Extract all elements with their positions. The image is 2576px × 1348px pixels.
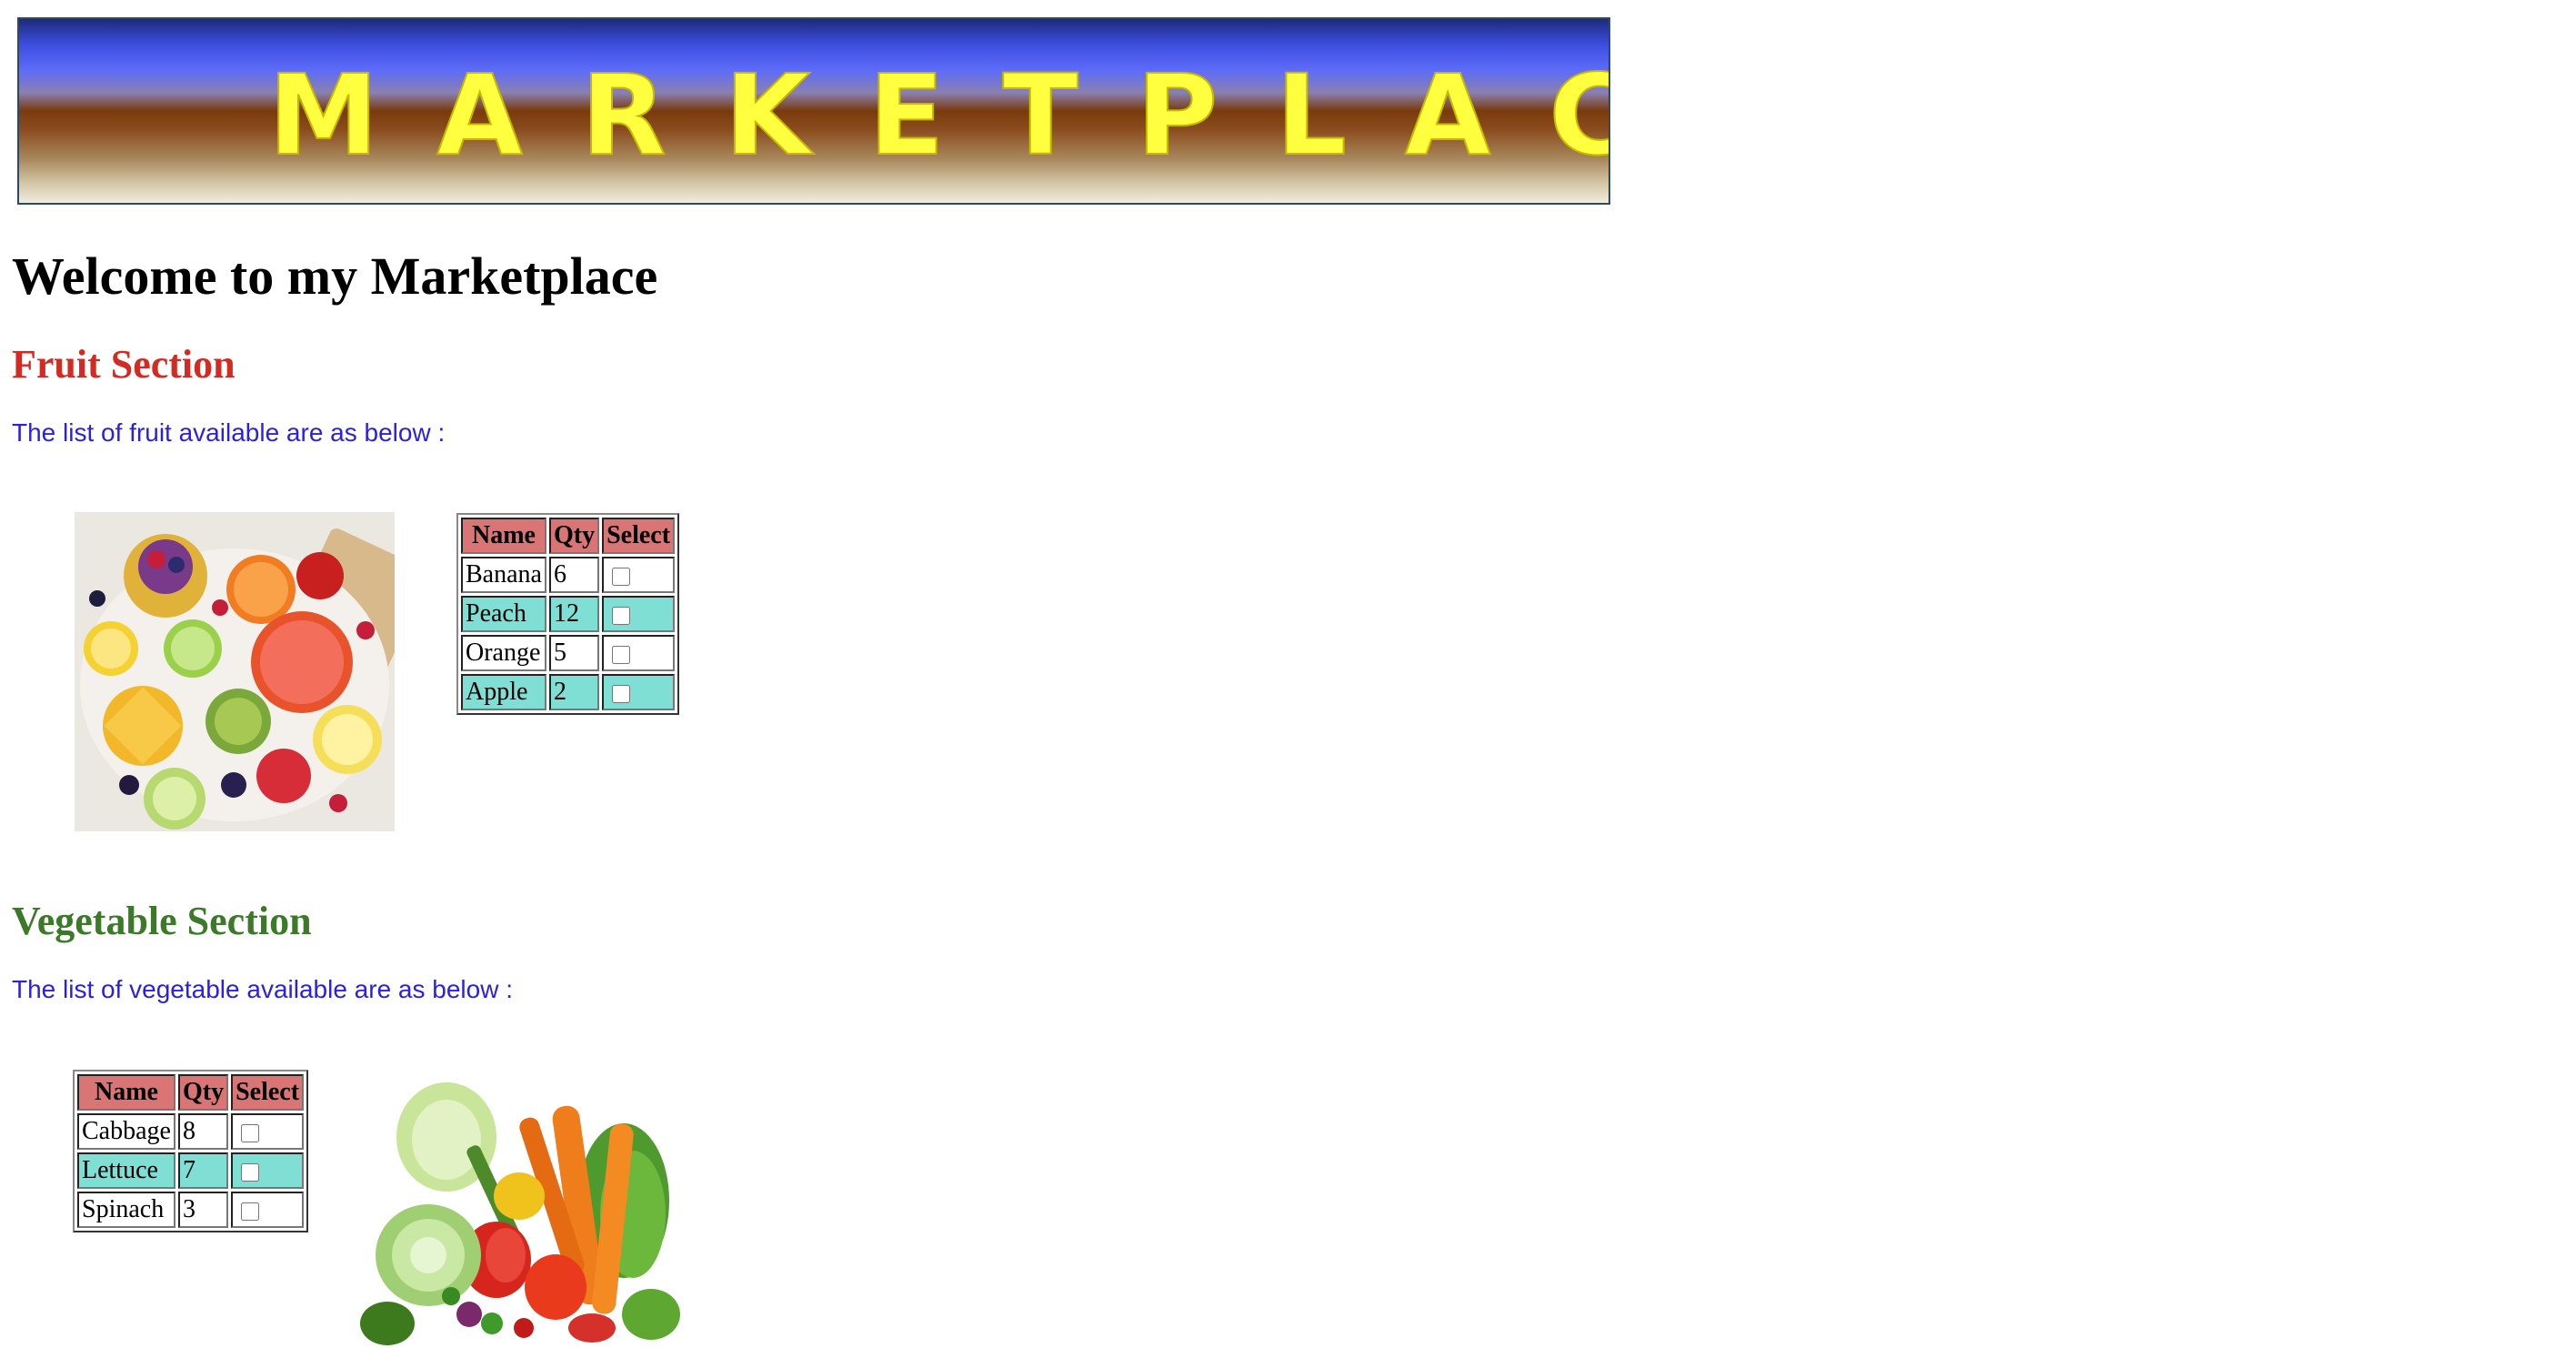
banner-text: MARKETPLACE	[268, 51, 1609, 180]
marketplace-banner: MARKETPLACE	[17, 17, 1610, 205]
vegetable-select-cell	[231, 1113, 305, 1150]
vegetable-name-cell: Spinach	[77, 1192, 175, 1228]
vegetable-table: Name Qty Select Cabbage 8 Lettuce 7 Spin…	[73, 1070, 309, 1232]
fruit-qty-cell: 6	[548, 557, 600, 593]
fruit-select-cell	[602, 557, 676, 593]
select-checkbox-cabbage[interactable]	[241, 1123, 260, 1142]
table-row: Peach 12	[461, 596, 676, 632]
table-row: Spinach 3	[77, 1192, 305, 1228]
fruit-name-cell: Banana	[461, 557, 546, 593]
column-header-name: Name	[461, 518, 546, 554]
table-row: Cabbage 8	[77, 1113, 305, 1150]
fruit-select-cell	[602, 674, 676, 710]
vegetable-qty-cell: 3	[177, 1192, 229, 1228]
column-header-select: Select	[231, 1074, 305, 1111]
vegetable-image	[360, 1069, 680, 1348]
vegetable-name-cell: Lettuce	[77, 1152, 175, 1189]
fruit-name-cell: Orange	[461, 635, 546, 671]
fruit-name-cell: Apple	[461, 674, 546, 710]
select-checkbox-apple[interactable]	[612, 684, 631, 703]
page-title: Welcome to my Marketplace	[12, 246, 658, 306]
vegetable-select-cell	[231, 1192, 305, 1228]
vegetable-qty-cell: 7	[177, 1152, 229, 1189]
select-checkbox-peach[interactable]	[612, 606, 631, 625]
table-row: Orange 5	[461, 635, 676, 671]
fruit-select-cell	[602, 635, 676, 671]
table-row: Apple 2	[461, 674, 676, 710]
select-checkbox-lettuce[interactable]	[241, 1162, 260, 1182]
fruit-name-cell: Peach	[461, 596, 546, 632]
banner-logo: MARKETPLACE	[267, 50, 1609, 181]
fruit-qty-cell: 5	[548, 635, 600, 671]
column-header-name: Name	[77, 1074, 175, 1111]
fruit-section-title: Fruit Section	[12, 342, 236, 387]
select-checkbox-banana[interactable]	[612, 567, 631, 586]
column-header-select: Select	[602, 518, 676, 554]
page: MARKETPLACE Welcome to my Marketplace Fr…	[0, 0, 2576, 1348]
vegetable-section-title: Vegetable Section	[12, 899, 312, 943]
table-row: Lettuce 7	[77, 1152, 305, 1189]
table-row: Banana 6	[461, 557, 676, 593]
column-header-qty: Qty	[548, 518, 600, 554]
fruit-intro-text: The list of fruit available are as below…	[12, 418, 446, 447]
fruit-qty-cell: 2	[548, 674, 600, 710]
fruit-qty-cell: 12	[548, 596, 600, 632]
vegetable-select-cell	[231, 1152, 305, 1189]
fruit-table: Name Qty Select Banana 6 Peach 12 Orange…	[456, 513, 680, 715]
table-header-row: Name Qty Select	[77, 1074, 305, 1111]
vegetable-qty-cell: 8	[177, 1113, 229, 1150]
fruit-image	[75, 512, 395, 831]
fruit-select-cell	[602, 596, 676, 632]
vegetable-name-cell: Cabbage	[77, 1113, 175, 1150]
vegetable-intro-text: The list of vegetable available are as b…	[12, 975, 513, 1003]
select-checkbox-orange[interactable]	[612, 645, 631, 664]
column-header-qty: Qty	[177, 1074, 229, 1111]
select-checkbox-spinach[interactable]	[241, 1202, 260, 1221]
table-header-row: Name Qty Select	[461, 518, 676, 554]
